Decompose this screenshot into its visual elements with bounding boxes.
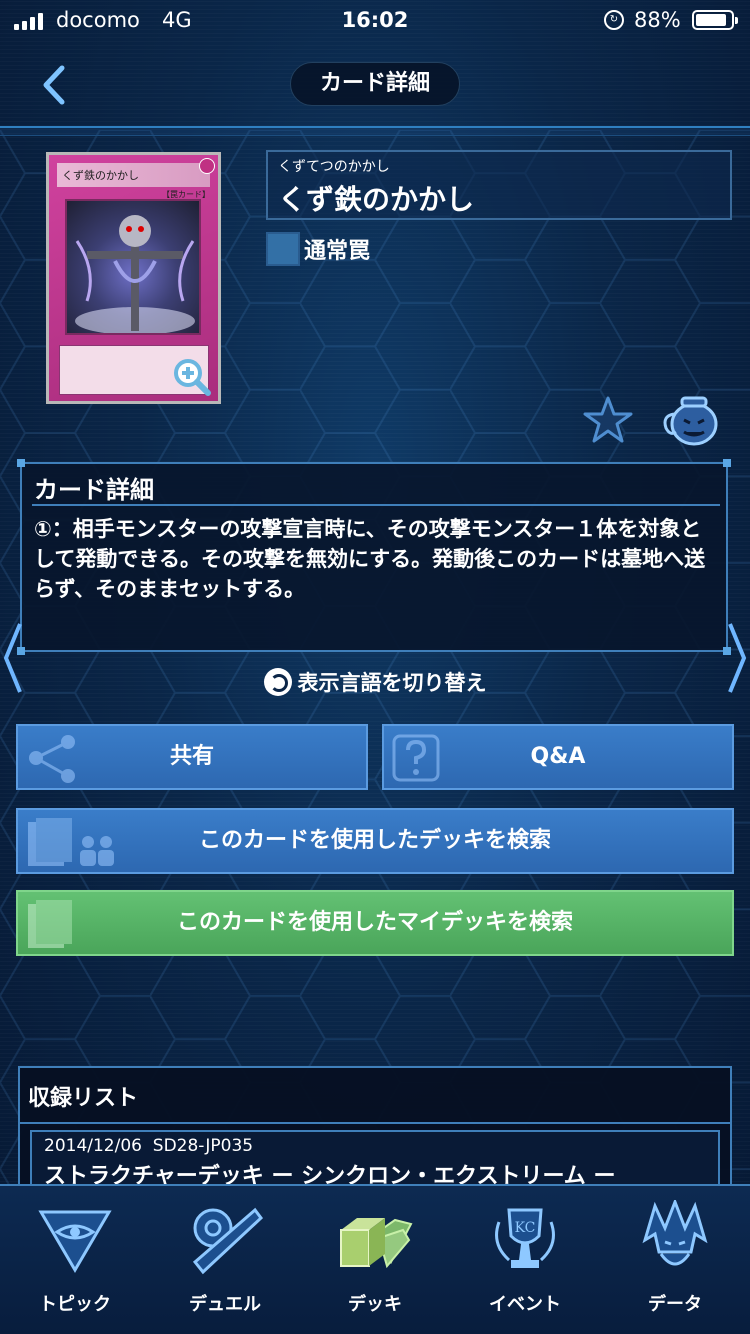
favorite-star-icon[interactable]: [582, 394, 634, 446]
duel-disk-icon: [192, 1207, 264, 1275]
share-icon: [29, 735, 75, 783]
share-button-label: 共有: [169, 744, 214, 769]
card-image-name: くず鉄のかかし: [57, 163, 210, 187]
card-type-row: 通常罠: [266, 232, 370, 266]
search-my-decks-button-label: このカードを使用したマイデッキを検索: [176, 910, 573, 935]
card-artwork: [65, 199, 201, 335]
millennium-eye-icon: [38, 1210, 112, 1273]
detail-heading: カード詳細: [34, 476, 154, 504]
orientation-lock-icon: ↻: [604, 10, 624, 30]
card-effect-text: ①：相手モンスターの攻撃宣言時に、その攻撃モンスター１体を対象として発動できる。…: [34, 517, 706, 601]
back-chevron-icon[interactable]: [30, 60, 80, 110]
battery-icon: [692, 10, 738, 30]
battery-percent: 88%: [634, 8, 681, 32]
my-deck-icon: [28, 900, 72, 948]
detail-heading-divider: [32, 504, 720, 506]
search-decks-button-label: このカードを使用したデッキを検索: [198, 828, 551, 853]
frame-corner: [723, 459, 731, 467]
qa-button[interactable]: Q&A: [382, 724, 734, 790]
qa-button-label: Q&A: [530, 744, 586, 769]
card-detail-box: カード詳細 ①：相手モンスターの攻撃宣言時に、その攻撃モンスター１体を対象として…: [17, 459, 731, 655]
deck-users-icon: [28, 818, 114, 866]
tab-bar: トピック デュエル デッキ KC イベント データ: [0, 1184, 750, 1334]
language-switch-icon: [263, 668, 292, 696]
character-icon: [642, 1200, 708, 1266]
card-type-label: 通常罠: [304, 239, 371, 264]
language-toggle-label: 表示言語を切り替え: [297, 671, 487, 695]
card-name-panel: くずてつのかかし くず鉄のかかし: [266, 150, 732, 220]
card-type-swatch: [266, 232, 300, 266]
tab-event[interactable]: KC イベント: [450, 1186, 600, 1334]
frame-corner: [17, 459, 25, 467]
zoom-icon[interactable]: [170, 355, 212, 397]
card-name-ruby: くずてつのかかし: [278, 159, 390, 175]
product-list-heading: 収録リスト: [20, 1068, 730, 1124]
tab-data[interactable]: データ: [600, 1186, 750, 1334]
tab-duel[interactable]: デュエル: [150, 1186, 300, 1334]
status-bar: docomo 4G 16:02 ↻ 88%: [0, 0, 750, 42]
tab-topic[interactable]: トピック: [0, 1186, 150, 1334]
product-date: 2014/12/06: [44, 1136, 142, 1156]
trophy-icon: KC: [495, 1208, 555, 1268]
tab-deck-label: デッキ: [348, 1294, 402, 1315]
language-toggle[interactable]: 表示言語を切り替え: [0, 664, 750, 700]
trap-attribute-icon: [199, 158, 215, 174]
svg-text:KC: KC: [515, 1220, 536, 1236]
tab-duel-label: デュエル: [189, 1294, 261, 1315]
page-title: カード詳細: [290, 62, 460, 106]
question-icon: [392, 734, 440, 782]
pot-of-greed-icon[interactable]: [660, 392, 722, 448]
tab-deck[interactable]: デッキ: [300, 1186, 450, 1334]
product-date-code: 2014/12/06 SD28-JP035: [44, 1136, 706, 1156]
search-decks-button[interactable]: このカードを使用したデッキを検索: [16, 808, 734, 874]
tab-data-label: データ: [648, 1294, 702, 1315]
product-code: SD28-JP035: [152, 1136, 254, 1156]
tab-event-label: イベント: [489, 1294, 561, 1315]
search-my-decks-button[interactable]: このカードを使用したマイデッキを検索: [16, 890, 734, 956]
deck-icon: [340, 1218, 413, 1269]
tab-topic-label: トピック: [39, 1294, 111, 1315]
share-button[interactable]: 共有: [16, 724, 368, 790]
card-image[interactable]: くず鉄のかかし 【罠カード】: [46, 152, 221, 404]
card-name: くず鉄のかかし: [278, 183, 475, 216]
header-divider: [0, 126, 750, 136]
